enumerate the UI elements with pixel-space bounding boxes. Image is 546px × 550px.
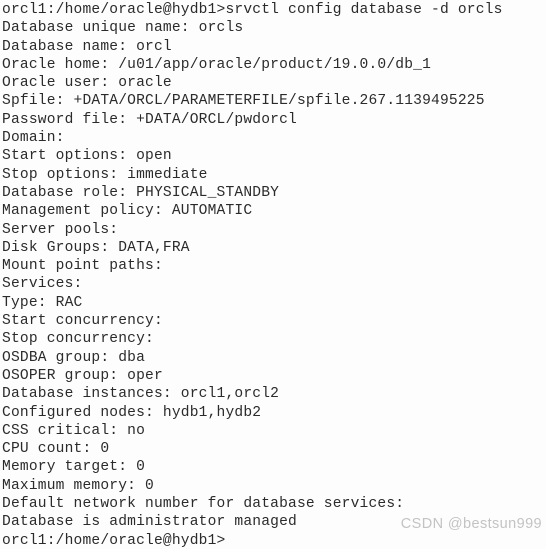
terminal-line: Spfile: +DATA/ORCL/PARAMETERFILE/spfile.… — [2, 93, 485, 110]
terminal-line: Maximum memory: 0 — [2, 477, 154, 494]
terminal-line: orcl1:/home/oracle@hydb1>srvctl config d… — [2, 2, 503, 18]
terminal-output: orcl1:/home/oracle@hydb1>srvctl config d… — [2, 1, 546, 550]
terminal-line: Database is administrator managed — [2, 514, 297, 531]
terminal-line: Password file: +DATA/ORCL/pwdorcl — [2, 111, 297, 128]
terminal-line: Database instances: orcl1,orcl2 — [2, 386, 280, 403]
terminal-line: Default network number for database serv… — [2, 496, 405, 513]
terminal-line: Mount point paths: — [2, 258, 163, 275]
terminal-line: Stop concurrency: — [2, 331, 154, 348]
terminal-line: Database unique name: orcls — [2, 20, 244, 37]
terminal-line: Start concurrency: — [2, 313, 163, 330]
terminal-line: Disk Groups: DATA,FRA — [2, 239, 190, 256]
terminal-line: Type: RAC — [2, 294, 83, 311]
terminal-line: OSDBA group: dba — [2, 349, 146, 366]
terminal-line: Domain: — [2, 130, 65, 147]
terminal-line: CSS critical: no — [2, 422, 146, 439]
terminal-line: OSOPER group: oper — [2, 367, 163, 384]
terminal-line: Oracle home: /u01/app/oracle/product/19.… — [2, 56, 432, 73]
terminal-line: Start options: open — [2, 148, 172, 165]
terminal-line: Database name: orcl — [2, 38, 172, 55]
terminal-line: Services: — [2, 276, 83, 293]
terminal-line: Memory target: 0 — [2, 459, 146, 476]
terminal-line: Server pools: — [2, 221, 119, 238]
terminal-line: Management policy: AUTOMATIC — [2, 203, 253, 220]
terminal-line: Oracle user: oracle — [2, 75, 172, 92]
terminal-line: orcl1:/home/oracle@hydb1> — [2, 532, 226, 549]
terminal-line: CPU count: 0 — [2, 441, 110, 458]
terminal-line: Database role: PHYSICAL_STANDBY — [2, 184, 280, 201]
terminal-line: Stop options: immediate — [2, 166, 208, 183]
terminal-line: Configured nodes: hydb1,hydb2 — [2, 404, 262, 421]
terminal-window[interactable]: orcl1:/home/oracle@hydb1>srvctl config d… — [0, 0, 546, 549]
